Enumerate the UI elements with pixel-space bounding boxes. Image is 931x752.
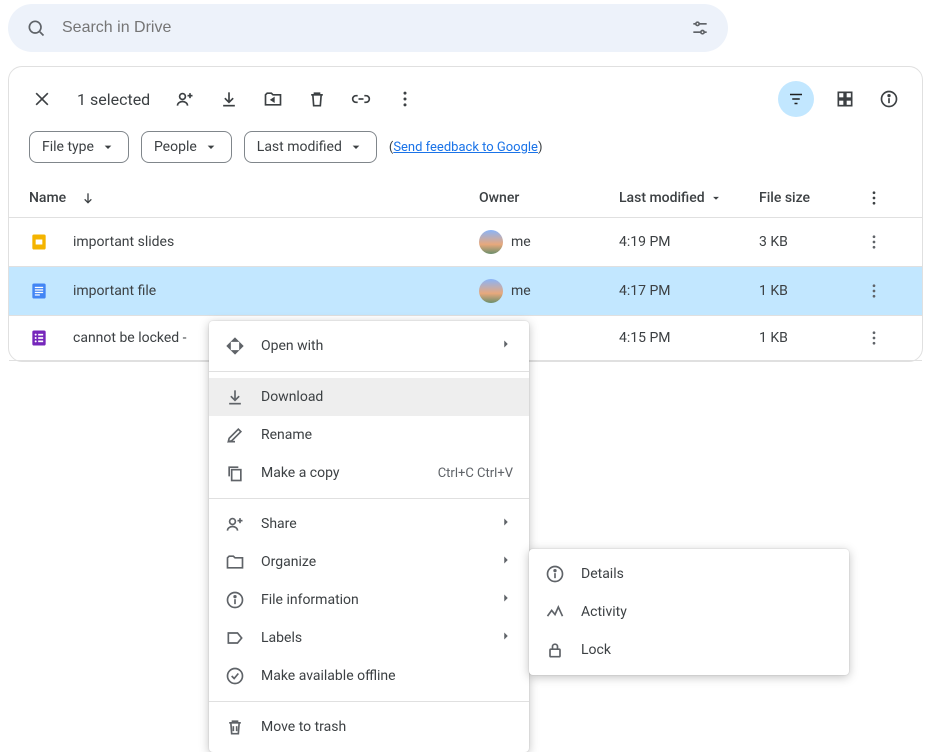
label-icon xyxy=(225,628,245,648)
modified-date: 4:17 PM xyxy=(619,283,759,299)
feedback-text: (Send feedback to Google) xyxy=(389,140,543,155)
open-with-icon xyxy=(225,336,245,356)
table-header: Name Owner Last modified File size xyxy=(9,179,922,218)
copy-icon xyxy=(225,463,245,483)
column-header-name[interactable]: Name xyxy=(29,190,479,206)
chevron-down-icon xyxy=(709,191,723,205)
action-bar: 1 selected xyxy=(9,67,922,131)
row-more-button[interactable] xyxy=(859,329,889,347)
rename-icon xyxy=(225,425,245,445)
sort-down-icon xyxy=(80,190,96,206)
info-icon xyxy=(225,590,245,610)
file-name: cannot be locked - xyxy=(73,330,187,346)
chip-label: Last modified xyxy=(257,139,342,155)
chevron-right-icon xyxy=(499,591,513,609)
chevron-down-icon xyxy=(100,139,116,155)
modified-date: 4:15 PM xyxy=(619,330,759,346)
owner-name: me xyxy=(511,283,531,299)
selection-count: 1 selected xyxy=(77,90,150,109)
menu-download[interactable]: Download xyxy=(209,378,529,416)
menu-divider xyxy=(209,498,529,499)
slides-icon xyxy=(29,232,49,252)
more-actions-button[interactable] xyxy=(392,86,418,112)
menu-divider xyxy=(209,701,529,702)
menu-make-copy[interactable]: Make a copy Ctrl+C Ctrl+V xyxy=(209,454,529,492)
file-size: 1 KB xyxy=(759,283,859,299)
activity-icon xyxy=(545,602,565,622)
chip-label: People xyxy=(154,139,197,155)
folder-icon xyxy=(225,552,245,572)
submenu-lock[interactable]: Lock xyxy=(529,631,849,669)
chevron-right-icon xyxy=(499,553,513,571)
lock-icon xyxy=(545,640,565,660)
info-icon xyxy=(545,564,565,584)
file-information-submenu: Details Activity Lock xyxy=(529,549,849,675)
table-row[interactable]: important slides me 4:19 PM 3 KB xyxy=(9,218,922,267)
owner-name: me xyxy=(511,234,531,250)
delete-button[interactable] xyxy=(304,86,330,112)
menu-divider xyxy=(209,371,529,372)
file-size: 1 KB xyxy=(759,330,859,346)
menu-move-to-trash[interactable]: Move to trash xyxy=(209,708,529,746)
table-row[interactable]: important file me 4:17 PM 1 KB xyxy=(9,267,922,316)
chip-label: File type xyxy=(42,139,94,155)
search-bar[interactable] xyxy=(8,4,728,52)
link-button[interactable] xyxy=(348,86,374,112)
docs-icon xyxy=(29,281,49,301)
chevron-down-icon xyxy=(203,139,219,155)
filter-toggle-button[interactable] xyxy=(778,81,814,117)
info-button[interactable] xyxy=(876,86,902,112)
main-panel: 1 selected xyxy=(8,66,923,362)
file-size: 3 KB xyxy=(759,234,859,250)
column-header-owner[interactable]: Owner xyxy=(479,190,619,206)
row-more-button[interactable] xyxy=(859,282,889,300)
modified-date: 4:19 PM xyxy=(619,234,759,250)
chip-file-type[interactable]: File type xyxy=(29,131,129,163)
filter-chips-row: File type People Last modified (Send fee… xyxy=(9,131,922,179)
chip-last-modified[interactable]: Last modified xyxy=(244,131,377,163)
context-menu: Open with Download Rename Make a copy Ct… xyxy=(209,321,529,752)
offline-icon xyxy=(225,666,245,686)
menu-labels[interactable]: Labels xyxy=(209,619,529,657)
chevron-right-icon xyxy=(499,337,513,355)
chevron-down-icon xyxy=(348,139,364,155)
file-name: important file xyxy=(73,283,156,299)
file-name: important slides xyxy=(73,234,174,250)
menu-open-with[interactable]: Open with xyxy=(209,327,529,365)
row-more-button[interactable] xyxy=(859,233,889,251)
grid-view-button[interactable] xyxy=(832,86,858,112)
avatar xyxy=(479,279,503,303)
submenu-details[interactable]: Details xyxy=(529,555,849,593)
search-input[interactable] xyxy=(50,19,686,37)
menu-organize[interactable]: Organize xyxy=(209,543,529,581)
tune-icon[interactable] xyxy=(686,14,714,42)
avatar xyxy=(479,230,503,254)
forms-icon xyxy=(29,328,49,348)
column-header-size[interactable]: File size xyxy=(759,190,859,206)
chevron-right-icon xyxy=(499,515,513,533)
menu-share[interactable]: Share xyxy=(209,505,529,543)
feedback-link[interactable]: Send feedback to Google xyxy=(393,140,538,155)
column-header-modified[interactable]: Last modified xyxy=(619,190,759,206)
download-icon xyxy=(225,387,245,407)
download-button[interactable] xyxy=(216,86,242,112)
menu-rename[interactable]: Rename xyxy=(209,416,529,454)
chip-people[interactable]: People xyxy=(141,131,232,163)
move-button[interactable] xyxy=(260,86,286,112)
share-button[interactable] xyxy=(172,86,198,112)
chevron-right-icon xyxy=(499,629,513,647)
menu-available-offline[interactable]: Make available offline xyxy=(209,657,529,695)
share-icon xyxy=(225,514,245,534)
menu-file-information[interactable]: File information xyxy=(209,581,529,619)
close-selection-button[interactable] xyxy=(29,86,55,112)
column-header-more[interactable] xyxy=(859,189,889,207)
search-icon xyxy=(22,14,50,42)
submenu-activity[interactable]: Activity xyxy=(529,593,849,631)
trash-icon xyxy=(225,717,245,737)
